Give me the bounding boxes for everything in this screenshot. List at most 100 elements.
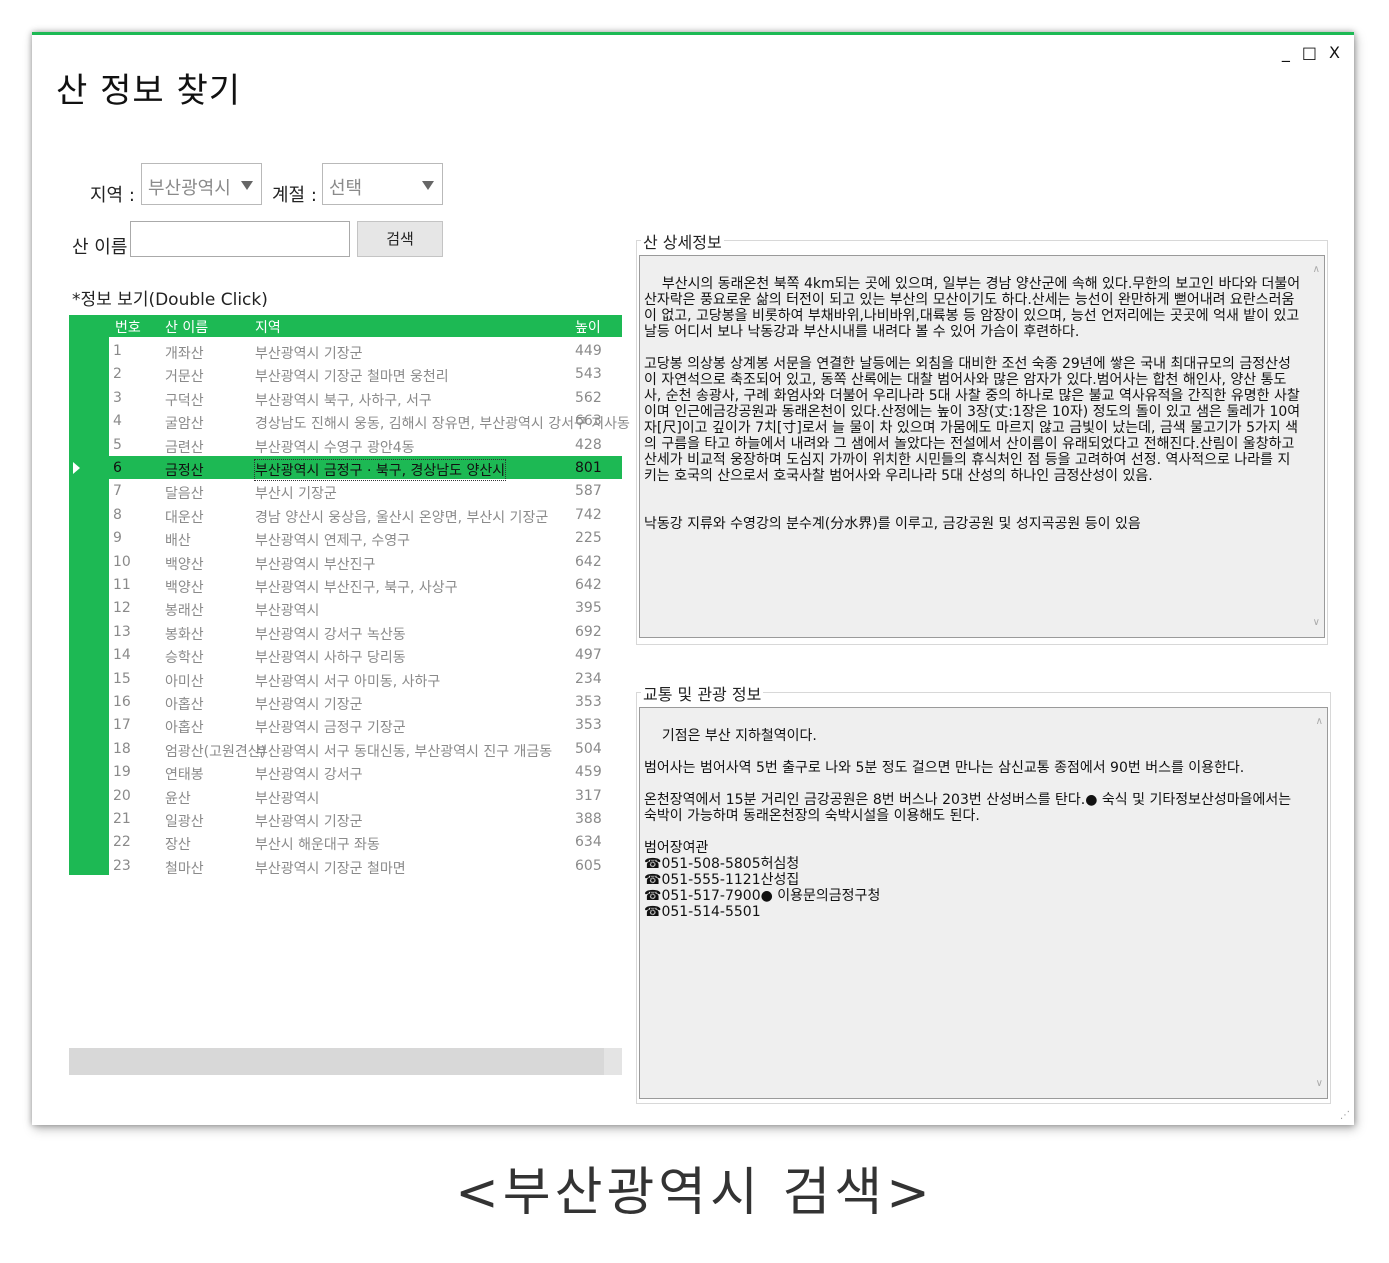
cell-no: 11	[113, 577, 131, 593]
close-button[interactable]: X	[1329, 43, 1340, 62]
table-row[interactable]: 19 연태봉 부산광역시 강서구 459	[109, 760, 622, 783]
detail-title: 산 상세정보	[641, 229, 724, 253]
cell-no: 17	[113, 717, 131, 734]
cell-region: 부산광역시 부산진구	[255, 556, 376, 573]
cell-region: 부산광역시 기장군 철마면 웅천리	[255, 369, 449, 386]
table-row[interactable]: 14 승학산 부산광역시 사하구 당리동 497	[109, 643, 622, 666]
cell-no: 3	[113, 389, 122, 406]
detail-text: 부산시의 동래온천 북쪽 4km되는 곳에 있으며, 일부는 경남 양산군에 속…	[644, 276, 1301, 532]
cell-no: 15	[113, 670, 131, 687]
table-row[interactable]: 8 대운산 경남 양산시 웅상읍, 울산시 온양면, 부산시 기장군 742	[109, 503, 622, 526]
cell-height: 562	[575, 389, 602, 406]
cell-name: 일광산	[165, 814, 204, 830]
cell-name: 거문산	[165, 369, 204, 386]
table-row[interactable]: 5 금련산 부산광역시 수영구 광안4동 428	[109, 433, 622, 456]
cell-height: 543	[575, 366, 602, 383]
table-row[interactable]: 1 개좌산 부산광역시 기장군 449	[109, 339, 622, 362]
row-header-column	[69, 315, 109, 875]
cell-region: 부산광역시 서구 아미동, 사하구	[255, 673, 441, 690]
cell-height: 801	[575, 460, 602, 476]
cell-no: 20	[113, 787, 131, 804]
cell-height: 663	[575, 413, 602, 430]
table-row[interactable]: 6 금정산 부산광역시 금정구 · 북구, 경상남도 양산시 801	[109, 456, 622, 481]
mountain-grid[interactable]: 번호 산 이름 지역 높이(m) 1 개좌산 부산광역시 기장군 449 2 거문산 부산광…	[69, 315, 630, 877]
header-name[interactable]: 산 이름	[165, 317, 208, 337]
cell-height: 692	[575, 623, 602, 640]
cell-region: 부산시 기장군	[255, 486, 337, 503]
mountain-name-input[interactable]	[130, 221, 350, 257]
cell-region: 부산광역시 강서구 녹산동	[255, 626, 406, 643]
table-row[interactable]: 3 구덕산 부산광역시 북구, 사하구, 서구 562	[109, 386, 622, 409]
resize-grip-icon[interactable]: ⋰	[1340, 1110, 1350, 1121]
grid-horizontal-scrollbar[interactable]	[69, 1048, 622, 1075]
table-row[interactable]: 2 거문산 부산광역시 기장군 철마면 웅천리 543	[109, 362, 622, 385]
scrollbar-thumb[interactable]	[69, 1048, 604, 1075]
table-row[interactable]: 7 달음산 부산시 기장군 587	[109, 479, 622, 502]
cell-name: 엄광산(고원견산)	[165, 743, 267, 760]
maximize-button[interactable]: □	[1302, 43, 1317, 62]
search-button[interactable]: 검색	[357, 221, 443, 257]
table-row[interactable]: 21 일광산 부산광역시 기장군 388	[109, 807, 622, 830]
cell-name: 아홉산	[165, 697, 204, 713]
cell-name: 금정산	[165, 463, 204, 479]
table-row[interactable]: 13 봉화산 부산광역시 강서구 녹산동 692	[109, 620, 622, 643]
transport-textarea[interactable]: 기점은 부산 지하철역이다. 범어사는 범어사역 5번 출구로 나와 5분 정도…	[639, 707, 1328, 1099]
cell-no: 22	[113, 834, 131, 851]
table-row[interactable]: 23 철마산 부산광역시 기장군 철마면 605	[109, 854, 622, 877]
scroll-down-icon[interactable]: ∨	[1313, 615, 1320, 631]
cell-name: 백양산	[165, 556, 204, 573]
table-row[interactable]: 15 아미산 부산광역시 서구 아미동, 사하구 234	[109, 667, 622, 690]
header-region[interactable]: 지역	[255, 317, 281, 337]
cell-region: 부산광역시 기장군	[255, 814, 363, 830]
cell-name: 달음산	[165, 486, 204, 503]
scroll-up-icon[interactable]: ∧	[1316, 714, 1323, 730]
table-row[interactable]: 22 장산 부산시 해운대구 좌동 634	[109, 830, 622, 853]
table-row[interactable]: 10 백양산 부산광역시 부산진구 642	[109, 550, 622, 573]
cell-name: 장산	[165, 837, 191, 854]
cell-name: 배산	[165, 533, 191, 550]
cell-name: 백양산	[165, 580, 204, 596]
table-row[interactable]: 20 윤산 부산광역시 317	[109, 784, 622, 807]
cell-no: 21	[113, 811, 131, 827]
season-combobox[interactable]: 선택	[322, 163, 443, 205]
cell-name: 승학산	[165, 650, 204, 667]
cell-no: 8	[113, 506, 122, 523]
cell-region: 부산광역시 기장군 철마면	[255, 860, 406, 877]
region-value: 부산광역시	[148, 178, 231, 199]
cell-height: 459	[575, 764, 602, 781]
region-combobox[interactable]: 부산광역시	[141, 163, 262, 205]
cell-name: 금련산	[165, 439, 204, 456]
transport-text: 기점은 부산 지하철역이다. 범어사는 범어사역 5번 출구로 나와 5분 정도…	[644, 728, 1292, 920]
season-value: 선택	[329, 178, 363, 199]
table-row[interactable]: 12 봉래산 부산광역시 395	[109, 596, 622, 619]
minimize-button[interactable]: _	[1282, 43, 1290, 62]
cell-name: 철마산	[165, 860, 204, 877]
cell-region: 경상남도 진해시 웅동, 김해시 장유면, 부산광역시 강서구 지사동	[255, 416, 630, 433]
cell-height: 642	[575, 577, 602, 593]
header-no[interactable]: 번호	[115, 317, 141, 337]
cell-name: 아홉산	[165, 720, 204, 737]
scroll-down-icon[interactable]: ∨	[1316, 1076, 1323, 1092]
list-caption: *정보 보기(Double Click)	[72, 290, 268, 310]
cell-name: 봉래산	[165, 603, 204, 620]
table-row[interactable]: 4 굴암산 경상남도 진해시 웅동, 김해시 장유면, 부산광역시 강서구 지사동 6…	[109, 409, 630, 432]
detail-textarea[interactable]: 부산시의 동래온천 북쪽 4km되는 곳에 있으며, 일부는 경남 양산군에 속…	[639, 255, 1325, 638]
cell-height: 642	[575, 553, 602, 570]
cell-no: 12	[113, 600, 131, 617]
table-row[interactable]: 18 엄광산(고원견산) 부산광역시 서구 동대신동, 부산광역시 진구 개금동 50…	[109, 737, 622, 760]
table-row[interactable]: 17 아홉산 부산광역시 금정구 기장군 353	[109, 713, 622, 736]
scroll-up-icon[interactable]: ∧	[1313, 262, 1320, 278]
season-label: 계절 :	[272, 185, 317, 206]
cell-name: 아미산	[165, 673, 204, 690]
cell-region: 부산광역시 기장군	[255, 346, 363, 362]
chevron-down-icon	[422, 181, 434, 190]
cell-name: 구덕산	[165, 392, 204, 409]
cell-no: 10	[113, 553, 131, 570]
cell-no: 13	[113, 623, 131, 640]
cell-no: 7	[113, 483, 122, 500]
table-row[interactable]: 9 배산 부산광역시 연제구, 수영구 225	[109, 526, 622, 549]
table-row[interactable]: 16 아홉산 부산광역시 기장군 353	[109, 690, 622, 713]
table-row[interactable]: 11 백양산 부산광역시 부산진구, 북구, 사상구 642	[109, 573, 622, 596]
cell-region: 부산광역시 강서구	[255, 767, 363, 784]
transport-title: 교통 및 관광 정보	[641, 681, 764, 705]
